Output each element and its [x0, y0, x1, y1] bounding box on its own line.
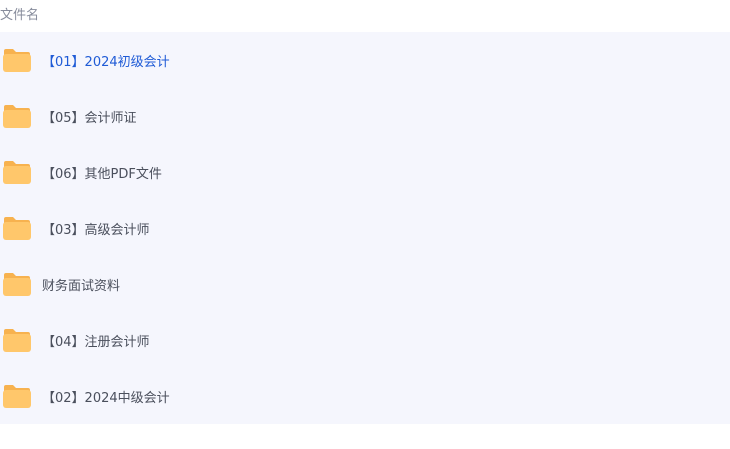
folder-icon — [3, 216, 31, 240]
folder-icon — [3, 104, 31, 128]
file-row[interactable]: 【06】其他PDF文件 — [0, 144, 730, 200]
folder-icon — [3, 328, 31, 352]
file-row[interactable]: 财务面试资料 — [0, 256, 730, 312]
folder-icon — [3, 384, 31, 408]
file-row[interactable]: 【01】2024初级会计 — [0, 32, 730, 88]
file-browser: 文件名 【01】2024初级会计 【05】会计师证 【06】其他PDF文件 【0… — [0, 0, 730, 449]
file-name[interactable]: 【06】其他PDF文件 — [42, 163, 162, 182]
file-name[interactable]: 财务面试资料 — [42, 275, 120, 294]
column-header-filename[interactable]: 文件名 — [0, 0, 730, 32]
file-name[interactable]: 【04】注册会计师 — [42, 331, 150, 350]
file-row[interactable]: 【02】2024中级会计 — [0, 368, 730, 424]
folder-icon — [3, 48, 31, 72]
file-name[interactable]: 【03】高级会计师 — [42, 219, 150, 238]
file-name[interactable]: 【02】2024中级会计 — [42, 387, 170, 406]
file-row[interactable]: 【03】高级会计师 — [0, 200, 730, 256]
file-name[interactable]: 【01】2024初级会计 — [42, 51, 170, 70]
file-row[interactable]: 【05】会计师证 — [0, 88, 730, 144]
folder-icon — [3, 160, 31, 184]
folder-icon — [3, 272, 31, 296]
file-name[interactable]: 【05】会计师证 — [42, 107, 137, 126]
file-row[interactable]: 【04】注册会计师 — [0, 312, 730, 368]
file-list: 【01】2024初级会计 【05】会计师证 【06】其他PDF文件 【03】高级… — [0, 32, 730, 424]
